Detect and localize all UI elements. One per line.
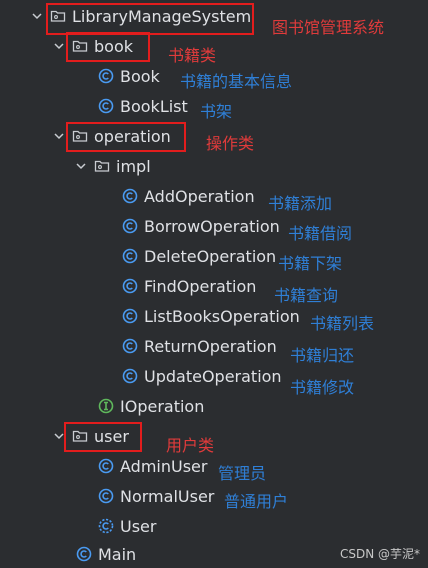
findoperation-annotation: 书籍查询 (274, 286, 339, 305)
project-tree: LibraryManageSystem 图书馆管理系统 book 书籍类 Boo… (0, 0, 428, 568)
package-folder-icon (94, 158, 110, 174)
highlight-box-book (66, 32, 150, 62)
normaluser-annotation: 普通用户 (224, 492, 289, 511)
updateoperation-annotation: 书籍修改 (290, 378, 355, 397)
tree-node-findoperation[interactable]: FindOperation (122, 274, 256, 298)
returnoperation-annotation: 书籍归还 (290, 346, 355, 365)
findoperation-label: FindOperation (144, 276, 257, 296)
booklist-class-label: BookList (120, 96, 188, 116)
chevron-down-icon[interactable] (30, 9, 44, 23)
chevron-down-icon[interactable] (52, 129, 66, 143)
tree-node-updateoperation[interactable]: UpdateOperation (122, 364, 282, 388)
tree-node-book-class[interactable]: Book (98, 64, 160, 88)
impl-label: impl (116, 156, 151, 176)
listbooksoperation-annotation: 书籍列表 (310, 314, 375, 333)
class-icon (98, 98, 114, 114)
book-class-annotation: 书籍的基本信息 (180, 72, 293, 91)
tree-node-returnoperation[interactable]: ReturnOperation (122, 334, 277, 358)
watermark: CSDN @芋泥* (339, 547, 420, 561)
addoperation-label: AddOperation (144, 186, 255, 206)
book-class-label: Book (120, 66, 160, 86)
class-icon (98, 458, 114, 474)
adminuser-annotation: 管理员 (218, 464, 267, 483)
tree-node-borrowoperation[interactable]: BorrowOperation (122, 214, 280, 238)
class-icon (122, 308, 138, 324)
book-annotation: 书籍类 (168, 46, 217, 65)
tree-node-user-class[interactable]: User (98, 514, 156, 538)
borrowoperation-label: BorrowOperation (144, 216, 280, 236)
class-icon (122, 188, 138, 204)
tree-node-normaluser[interactable]: NormalUser (98, 484, 214, 508)
class-icon (122, 338, 138, 354)
tree-node-main[interactable]: Main (76, 542, 136, 566)
class-icon (98, 488, 114, 504)
borrowoperation-annotation: 书籍借阅 (288, 224, 353, 243)
operation-annotation: 操作类 (206, 134, 255, 153)
tree-node-impl[interactable]: impl (74, 154, 151, 178)
deleteoperation-annotation: 书籍下架 (278, 254, 343, 273)
ioperation-label: IOperation (120, 396, 205, 416)
highlight-box-user (64, 422, 142, 452)
class-icon (122, 278, 138, 294)
updateoperation-label: UpdateOperation (144, 366, 282, 386)
adminuser-label: AdminUser (120, 456, 208, 476)
class-icon (98, 68, 114, 84)
tree-node-ioperation[interactable]: IOperation (98, 394, 204, 418)
class-icon (122, 218, 138, 234)
highlight-box-operation (66, 122, 186, 152)
highlight-box-root (46, 3, 254, 35)
user-class-label: User (120, 516, 157, 536)
tree-node-deleteoperation[interactable]: DeleteOperation (122, 244, 276, 268)
booklist-class-annotation: 书架 (200, 102, 233, 121)
listbooksoperation-label: ListBooksOperation (144, 306, 300, 326)
tree-node-adminuser[interactable]: AdminUser (98, 454, 207, 478)
main-label: Main (98, 544, 137, 564)
tree-node-addoperation[interactable]: AddOperation (122, 184, 255, 208)
tree-node-booklist-class[interactable]: BookList (98, 94, 188, 118)
class-icon (122, 368, 138, 384)
user-annotation: 用户类 (166, 436, 215, 455)
interface-icon (98, 398, 114, 414)
abstract-class-icon (98, 518, 114, 534)
tree-node-listbooksoperation[interactable]: ListBooksOperation (122, 304, 300, 328)
chevron-down-icon[interactable] (74, 159, 88, 173)
addoperation-annotation: 书籍添加 (268, 194, 333, 213)
class-icon (122, 248, 138, 264)
returnoperation-label: ReturnOperation (144, 336, 277, 356)
deleteoperation-label: DeleteOperation (144, 246, 277, 266)
normaluser-label: NormalUser (120, 486, 215, 506)
class-icon (76, 546, 92, 562)
chevron-down-icon[interactable] (52, 39, 66, 53)
root-annotation: 图书馆管理系统 (272, 18, 385, 37)
